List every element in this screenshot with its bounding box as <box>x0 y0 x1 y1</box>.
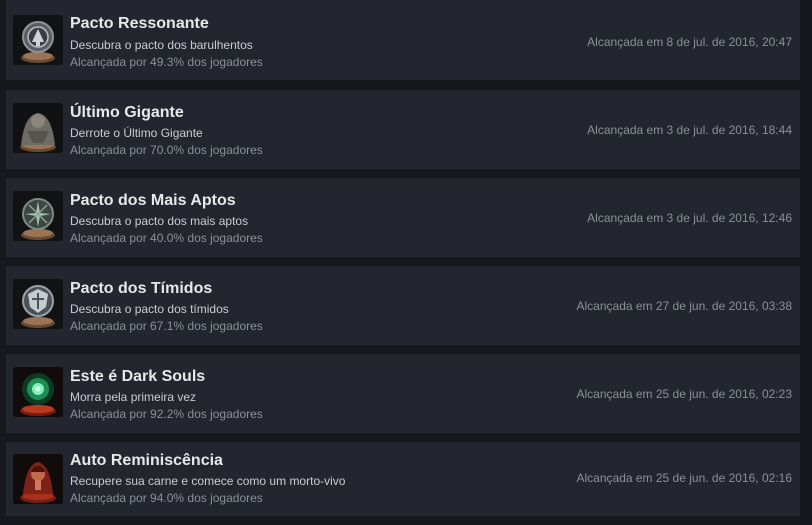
achievement-description: Recupere sua carne e comece como um mort… <box>70 474 346 488</box>
achievement-description: Derrote o Último Gigante <box>70 126 203 140</box>
achievement-unlock-date: Alcançada em 25 de jun. de 2016, 02:16 <box>576 471 793 485</box>
achievement-row[interactable]: Pacto dos Mais Aptos Descubra o pacto do… <box>6 178 800 257</box>
shield-emblem-icon <box>13 279 63 329</box>
achievement-title: Pacto Ressonante <box>70 15 209 32</box>
achievement-percent: Alcançada por 94.0% dos jogadores <box>70 491 263 505</box>
achievement-description: Descubra o pacto dos tímidos <box>70 302 229 316</box>
achievement-unlock-date: Alcançada em 25 de jun. de 2016, 02:23 <box>576 387 793 401</box>
achievement-percent: Alcançada por 40.0% dos jogadores <box>70 231 263 245</box>
achievement-row[interactable]: Auto Reminiscência Recupere sua carne e … <box>6 442 800 516</box>
achievement-percent: Alcançada por 70.0% dos jogadores <box>70 143 263 157</box>
achievement-title: Este é Dark Souls <box>70 368 206 385</box>
achievement-percent: Alcançada por 92.2% dos jogadores <box>70 407 263 421</box>
giant-icon <box>13 103 63 153</box>
achievement-unlock-date: Alcançada em 3 de jul. de 2016, 18:44 <box>587 123 792 137</box>
achievement-row[interactable]: Pacto dos Tímidos Descubra o pacto dos t… <box>6 266 800 345</box>
green-orb-icon <box>13 367 63 417</box>
achievement-description: Descubra o pacto dos mais aptos <box>70 214 249 228</box>
achievement-row[interactable]: Pacto Ressonante Descubra o pacto dos ba… <box>6 0 800 80</box>
bell-emblem-icon <box>13 15 63 65</box>
achievement-row[interactable]: Último Gigante Derrote o Último Gigante … <box>6 90 800 169</box>
thorn-emblem-icon <box>13 191 63 241</box>
achievement-percent: Alcançada por 49.3% dos jogadores <box>70 55 263 69</box>
achievement-title: Auto Reminiscência <box>70 452 223 469</box>
achievement-title: Pacto dos Mais Aptos <box>70 192 236 209</box>
achievement-list: Pacto Ressonante Descubra o pacto dos ba… <box>0 0 812 525</box>
achievement-unlock-date: Alcançada em 27 de jun. de 2016, 03:38 <box>576 299 793 313</box>
achievement-title: Pacto dos Tímidos <box>70 280 213 297</box>
achievement-row[interactable]: Este é Dark Souls Morra pela primeira ve… <box>6 354 800 433</box>
achievement-percent: Alcançada por 67.1% dos jogadores <box>70 319 263 333</box>
achievement-description: Descubra o pacto dos barulhentos <box>70 38 253 52</box>
hooded-figure-icon <box>13 454 63 504</box>
achievement-unlock-date: Alcançada em 8 de jul. de 2016, 20:47 <box>587 35 792 49</box>
achievement-unlock-date: Alcançada em 3 de jul. de 2016, 12:46 <box>587 211 792 225</box>
achievement-description: Morra pela primeira vez <box>70 390 197 404</box>
achievement-title: Último Gigante <box>70 104 184 121</box>
